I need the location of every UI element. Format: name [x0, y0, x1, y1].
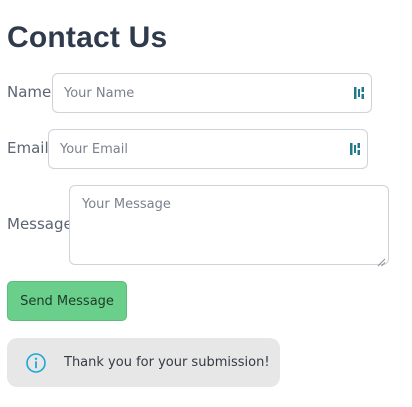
- message-textarea[interactable]: Your Message: [69, 185, 389, 267]
- password-manager-icon[interactable]: [353, 86, 367, 100]
- email-field[interactable]: Your Email: [48, 129, 368, 169]
- password-manager-icon[interactable]: [349, 142, 363, 156]
- message-placeholder: Your Message: [82, 197, 171, 212]
- send-message-button[interactable]: Send Message: [7, 281, 127, 321]
- alert-message: Thank you for your submission!: [64, 355, 270, 370]
- email-placeholder: Your Email: [60, 141, 128, 157]
- resize-handle-icon[interactable]: [376, 252, 386, 267]
- send-message-label: Send Message: [20, 293, 114, 309]
- name-field[interactable]: Your Name: [52, 73, 372, 113]
- email-label: Email: [7, 139, 49, 157]
- message-label: Message: [7, 215, 73, 233]
- info-icon: [25, 352, 47, 374]
- name-label: Name: [7, 83, 52, 101]
- page-title: Contact Us: [7, 21, 168, 54]
- submission-alert: Thank you for your submission!: [7, 338, 280, 387]
- name-placeholder: Your Name: [64, 85, 135, 101]
